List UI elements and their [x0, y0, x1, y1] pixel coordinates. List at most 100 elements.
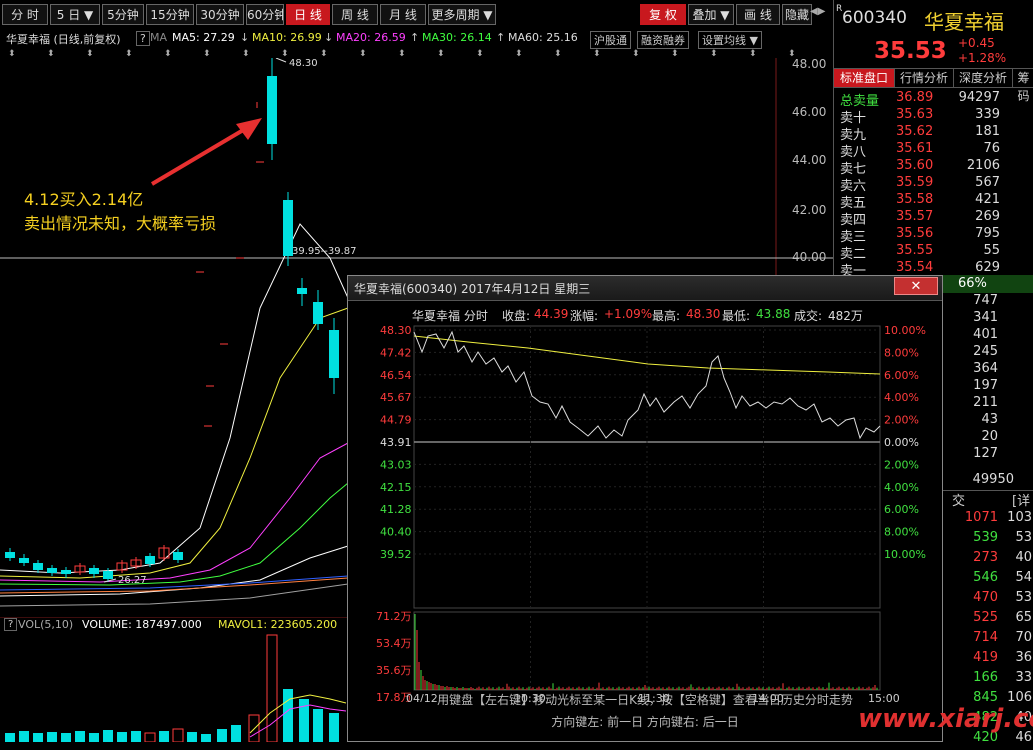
event-marker-icon[interactable]: ⬍: [398, 49, 406, 59]
period-5min-button[interactable]: 5分钟: [102, 4, 144, 25]
volume-bar[interactable]: [217, 729, 227, 742]
volume-bar[interactable]: [313, 709, 323, 742]
trades-detail-link[interactable]: [详: [1012, 490, 1030, 509]
candle-body[interactable]: [145, 556, 155, 564]
overlay-dropdown[interactable]: 叠加 ▼: [688, 4, 734, 25]
event-marker-icon[interactable]: ⬍: [749, 49, 757, 59]
period-60min-button[interactable]: 60分钟: [246, 4, 284, 25]
candle-body[interactable]: [61, 570, 71, 574]
candle-body[interactable]: [173, 552, 183, 560]
candle-body[interactable]: [89, 568, 99, 574]
more-periods-dropdown[interactable]: 更多周期 ▼: [428, 4, 496, 25]
event-marker-icon[interactable]: ⬍: [788, 49, 796, 59]
volume-bar[interactable]: [75, 731, 85, 742]
tab-chips[interactable]: 筹码: [1013, 69, 1033, 103]
adjust-rights-button[interactable]: 复 权: [640, 4, 686, 25]
trade-row[interactable]: 273 40: [934, 550, 1033, 570]
order-book-row[interactable]: 卖四 35.57 269: [840, 209, 1030, 228]
event-marker-icon[interactable]: ⬍: [203, 49, 211, 59]
candle-body[interactable]: [297, 288, 307, 294]
event-marker-icon[interactable]: ⬍: [710, 49, 718, 59]
order-book-row[interactable]: 卖八 35.61 76: [840, 141, 1030, 160]
order-book-row[interactable]: 卖六 35.59 567: [840, 175, 1030, 194]
volume-bar[interactable]: [201, 734, 211, 742]
volume-bar[interactable]: [5, 733, 15, 742]
event-marker-icon[interactable]: ⬍: [320, 49, 328, 59]
volume-bar[interactable]: [172, 728, 184, 743]
order-book-row[interactable]: 总卖量 36.89 94297: [840, 90, 1030, 109]
period-daily-button[interactable]: 日 线: [286, 4, 330, 25]
order-book-row[interactable]: 卖十 35.63 339: [840, 107, 1030, 126]
popup-titlebar[interactable]: 华夏幸福(600340) 2017年4月12日 星期三 ✕: [348, 276, 942, 301]
candle-body[interactable]: [47, 568, 57, 573]
candle-body[interactable]: [19, 558, 29, 563]
hide-button[interactable]: 隐藏: [782, 4, 812, 25]
period-weekly-button[interactable]: 周 线: [332, 4, 378, 25]
toolbar-scroll-arrows[interactable]: ◀▶: [810, 6, 832, 24]
period-monthly-button[interactable]: 月 线: [380, 4, 426, 25]
trade-row[interactable]: 714 70: [934, 630, 1033, 650]
period-15min-button[interactable]: 15分钟: [146, 4, 194, 25]
period-intraday-button[interactable]: 分 时: [2, 4, 48, 25]
volume-bar[interactable]: [61, 733, 71, 742]
candle-body[interactable]: [267, 76, 277, 144]
volume-bar[interactable]: [231, 725, 241, 742]
intraday-chart[interactable]: 48.30 10.00% 47.42 8.00% 46.54 6.00% 45.67 4.00…: [348, 322, 942, 702]
volume-bar[interactable]: [283, 689, 293, 742]
trade-row[interactable]: 546 54: [934, 570, 1033, 590]
order-book-row[interactable]: 卖九 35.62 181: [840, 124, 1030, 143]
volume-bar[interactable]: [19, 731, 29, 742]
event-marker-icon[interactable]: ⬍: [437, 49, 445, 59]
event-marker-icon[interactable]: ⬍: [632, 49, 640, 59]
tab-deep-analysis[interactable]: 深度分析: [954, 69, 1013, 87]
trade-row[interactable]: 539 53: [934, 530, 1033, 550]
event-marker-icon[interactable]: ⬍: [8, 49, 16, 59]
volume-bar[interactable]: [144, 732, 156, 743]
volume-bar[interactable]: [33, 733, 43, 742]
volume-bar[interactable]: [89, 733, 99, 742]
event-marker-icon[interactable]: ⬍: [86, 49, 94, 59]
event-marker-icon[interactable]: ⬍: [515, 49, 523, 59]
order-book-row[interactable]: 卖二 35.55 55: [840, 243, 1030, 262]
trade-row[interactable]: 470 53: [934, 590, 1033, 610]
trade-row[interactable]: 1071 103: [934, 510, 1033, 530]
trade-row[interactable]: 166 33: [934, 670, 1033, 690]
event-marker-icon[interactable]: ⬍: [671, 49, 679, 59]
trade-row[interactable]: 419 36: [934, 650, 1033, 670]
chevron-right-icon[interactable]: ▶: [818, 6, 826, 17]
volume-bar[interactable]: [47, 732, 57, 742]
order-book-row[interactable]: 卖七 35.60 2106: [840, 158, 1030, 177]
candle-body[interactable]: [329, 330, 339, 378]
event-marker-icon[interactable]: ⬍: [359, 49, 367, 59]
order-book-row[interactable]: 卖五 35.58 421: [840, 192, 1030, 211]
chevron-left-icon[interactable]: ◀: [810, 6, 818, 17]
event-marker-icon[interactable]: ⬍: [164, 49, 172, 59]
event-marker-icon[interactable]: ⬍: [242, 49, 250, 59]
volume-bar[interactable]: [103, 730, 113, 742]
candle-body[interactable]: [33, 563, 43, 570]
volume-bar[interactable]: [131, 731, 141, 742]
volume-bar[interactable]: [187, 732, 197, 742]
help-icon[interactable]: ?: [4, 618, 18, 631]
candle-body[interactable]: [103, 571, 113, 579]
close-icon[interactable]: ✕: [894, 277, 938, 295]
period-5day-dropdown[interactable]: 5 日 ▼: [50, 4, 100, 25]
volume-bar[interactable]: [159, 731, 169, 742]
help-icon[interactable]: ?: [136, 31, 150, 46]
volume-bar[interactable]: [117, 732, 127, 742]
trade-row[interactable]: 525 65: [934, 610, 1033, 630]
candle-body[interactable]: [5, 552, 15, 558]
event-marker-icon[interactable]: ⬍: [476, 49, 484, 59]
volume-bar[interactable]: [329, 713, 339, 742]
event-marker-icon[interactable]: ⬍: [593, 49, 601, 59]
candle-body[interactable]: [313, 302, 323, 324]
period-30min-button[interactable]: 30分钟: [196, 4, 244, 25]
tab-market-analysis[interactable]: 行情分析: [895, 69, 954, 87]
event-marker-icon[interactable]: ⬍: [281, 49, 289, 59]
event-marker-icon[interactable]: ⬍: [47, 49, 55, 59]
intraday-popup[interactable]: 华夏幸福(600340) 2017年4月12日 星期三 ✕ 华夏幸福 分时 收盘…: [347, 275, 943, 742]
tab-standard-quote[interactable]: 标准盘口: [834, 69, 895, 87]
event-marker-icon[interactable]: ⬍: [554, 49, 562, 59]
event-marker-icon[interactable]: ⬍: [125, 49, 133, 59]
draw-line-button[interactable]: 画 线: [736, 4, 780, 25]
